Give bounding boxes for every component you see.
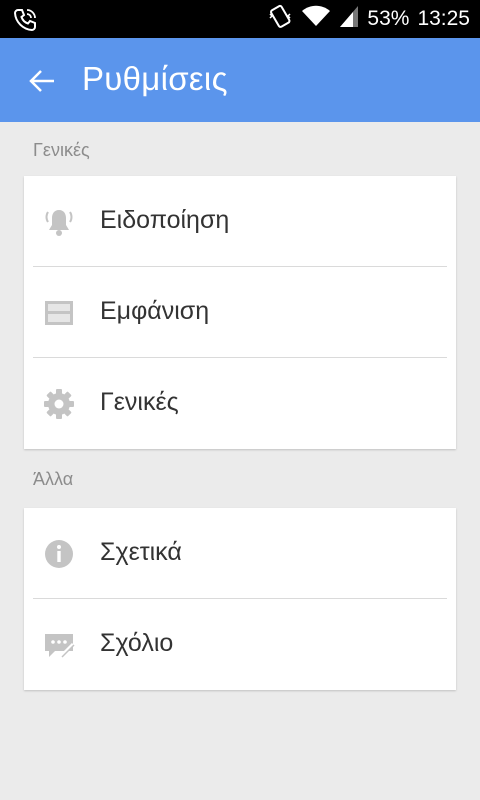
bell-icon [43,206,75,238]
clock: 13:25 [417,7,470,30]
settings-card-general: Ειδοποίηση Εμφάνιση Γενικές [24,176,456,449]
settings-item-about[interactable]: Σχετικά [24,508,456,599]
info-icon [43,538,75,570]
gear-icon [43,388,75,420]
settings-item-label: Ειδοποίηση [100,206,230,234]
settings-item-label: Εμφάνιση [100,297,210,325]
phone-call-icon [12,7,38,38]
app-bar: Ρυθμίσεις [0,38,480,122]
vibrate-icon [267,2,293,36]
back-arrow-icon[interactable] [28,67,56,95]
battery-percentage: 53% [367,7,410,30]
settings-item-label: Γενικές [100,388,179,416]
status-bar: 53% 13:25 [0,0,480,38]
settings-item-display[interactable]: Εμφάνιση [24,267,456,358]
section-header-other: Άλλα [33,469,74,489]
wifi-icon [301,4,331,34]
settings-item-label: Σχόλιο [100,629,174,657]
settings-item-label: Σχετικά [100,538,182,566]
settings-card-other: Σχετικά Σχόλιο [24,508,456,690]
settings-item-notification[interactable]: Ειδοποίηση [24,176,456,267]
page-title: Ρυθμίσεις [82,60,228,97]
display-icon [43,297,75,329]
section-header-general: Γενικές [33,140,90,160]
signal-icon [339,4,359,34]
settings-item-general[interactable]: Γενικές [24,358,456,449]
settings-item-feedback[interactable]: Σχόλιο [24,599,456,690]
feedback-icon [43,629,75,661]
